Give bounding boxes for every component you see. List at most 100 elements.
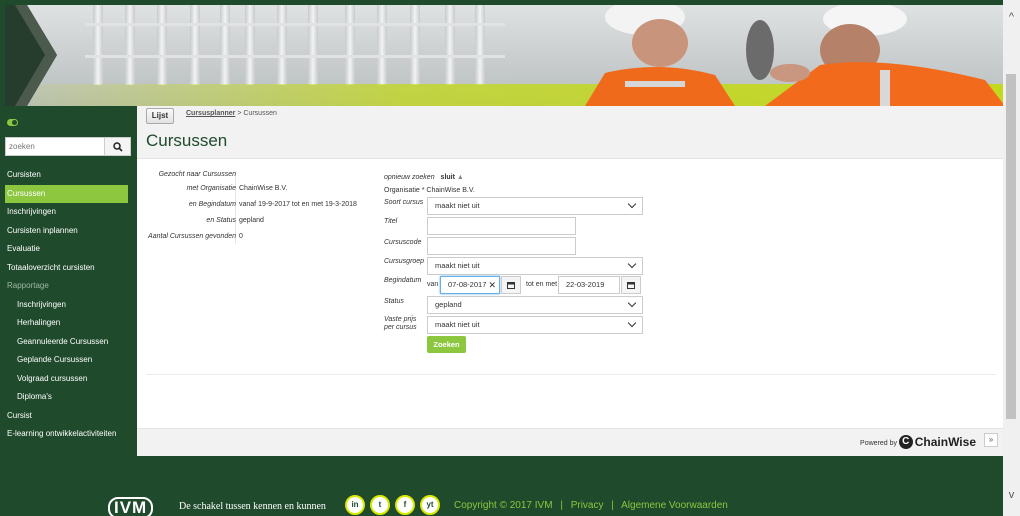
restart-search-link[interactable]: opnieuw zoeken bbox=[384, 174, 435, 181]
tot-calendar-button[interactable] bbox=[621, 276, 641, 294]
summary-value: 0 bbox=[239, 233, 243, 240]
begindatum-label: Begindatum bbox=[384, 277, 422, 284]
chevron-logo-graphic bbox=[5, 5, 57, 106]
status-value: gepland bbox=[435, 300, 462, 309]
soort-cursus-select[interactable]: maakt niet uit bbox=[427, 197, 643, 215]
search-button[interactable] bbox=[105, 137, 131, 156]
soort-label: Soort cursus bbox=[384, 199, 424, 206]
collapse-button[interactable]: » bbox=[984, 433, 998, 447]
cursusgroep-value: maakt niet uit bbox=[435, 261, 480, 270]
summary-label: Aantal Cursussen gevonden bbox=[148, 233, 236, 240]
sidebar-subitem-inschrijvingen[interactable]: Inschrijvingen bbox=[5, 296, 137, 315]
status-label: Status bbox=[384, 298, 404, 305]
copyright-text: Copyright © 2017 IVM bbox=[454, 500, 553, 511]
chainwise-c-icon: C bbox=[898, 435, 913, 449]
chainwise-logo: C ChainWise bbox=[898, 435, 976, 449]
sidebar-item-cursist[interactable]: Cursist bbox=[5, 407, 137, 426]
tot-en-met-label: tot en met bbox=[526, 281, 558, 288]
sidebar-menu: Cursisten Cursussen Inschrijvingen Cursi… bbox=[5, 166, 137, 444]
organisatie-value: ChainWise B.V. bbox=[426, 187, 475, 194]
vaste-prijs-label: Vaste prijs per cursus bbox=[384, 316, 417, 331]
sidebar-item-elearning[interactable]: E-learning ontwikkelactiviteiten bbox=[5, 425, 137, 444]
summary-label: en Status bbox=[206, 217, 236, 224]
cursuscode-label: Cursuscode bbox=[384, 239, 422, 246]
collapse-up-icon[interactable]: ▲ bbox=[457, 174, 464, 181]
sidebar-item-inschrijvingen[interactable]: Inschrijvingen bbox=[5, 203, 137, 222]
sidebar: Cursisten Cursussen Inschrijvingen Cursi… bbox=[5, 106, 137, 456]
sidebar-subitem-diplomas[interactable]: Diploma's bbox=[5, 388, 137, 407]
lijst-button[interactable]: Lijst bbox=[146, 108, 174, 124]
sidebar-item-cursussen[interactable]: Cursussen bbox=[5, 184, 128, 203]
sidebar-subitem-volgraad[interactable]: Volgraad cursussen bbox=[5, 370, 137, 389]
toggle-icon[interactable] bbox=[7, 119, 18, 126]
powered-by-label: Powered by bbox=[860, 440, 897, 447]
chevron-down-icon bbox=[627, 199, 637, 209]
footer-separator: | bbox=[611, 500, 614, 511]
linkedin-icon[interactable]: in bbox=[345, 495, 365, 515]
workers-photo bbox=[585, 5, 1003, 106]
cursuscode-input[interactable] bbox=[427, 237, 576, 255]
summary-value: vanaf 19-9-2017 tot en met 19-3-2018 bbox=[239, 201, 357, 208]
clear-icon[interactable]: ✕ bbox=[488, 277, 496, 293]
footer-links: Copyright © 2017 IVM | Privacy | Algemen… bbox=[454, 500, 733, 511]
van-label: van bbox=[427, 281, 439, 288]
sidebar-section-rapportage: Rapportage bbox=[7, 281, 49, 290]
summary-label: en Begindatum bbox=[188, 201, 236, 208]
sidebar-subitem-geplande[interactable]: Geplande Cursussen bbox=[5, 351, 137, 370]
scrollbar-thumb[interactable] bbox=[1006, 74, 1016, 419]
main-content: Lijst Cursusplanner > Cursussen Cursusse… bbox=[137, 106, 1003, 456]
scroll-down-icon[interactable]: v bbox=[1003, 488, 1020, 502]
calendar-icon bbox=[507, 282, 515, 289]
close-link[interactable]: sluit bbox=[441, 174, 455, 181]
cursusgroep-label: Cursusgroep bbox=[384, 258, 425, 265]
scroll-up-icon[interactable]: ^ bbox=[1003, 10, 1020, 24]
titel-input[interactable] bbox=[427, 217, 576, 235]
sidebar-item-evaluatie[interactable]: Evaluatie bbox=[5, 240, 137, 259]
youtube-icon[interactable]: yt bbox=[420, 495, 440, 515]
soort-cursus-value: maakt niet uit bbox=[435, 201, 480, 210]
sidebar-item-cursisten[interactable]: Cursisten bbox=[5, 166, 137, 185]
twitter-icon[interactable]: t bbox=[370, 495, 390, 515]
footer-tagline: De schakel tussen kennen en kunnen bbox=[179, 501, 326, 512]
titel-label: Titel bbox=[384, 218, 398, 225]
page-title: Cursussen bbox=[146, 131, 228, 150]
breadcrumb-current: Cursussen bbox=[243, 110, 277, 117]
sidebar-search bbox=[5, 137, 131, 156]
section-divider bbox=[146, 374, 996, 375]
summary-value: gepland bbox=[239, 217, 264, 224]
cursusgroep-select[interactable]: maakt niet uit bbox=[427, 257, 643, 275]
sidebar-item-totaaloverzicht[interactable]: Totaaloverzicht cursisten bbox=[5, 259, 137, 278]
summary-value: ChainWise B.V. bbox=[239, 185, 288, 192]
status-select[interactable]: gepland bbox=[427, 296, 643, 314]
header-banner-image bbox=[5, 5, 1003, 106]
footer-separator: | bbox=[560, 500, 563, 511]
van-date-value: 07-08-2017 bbox=[448, 280, 487, 289]
tot-date-input[interactable]: 22-03-2019 bbox=[558, 276, 620, 294]
sidebar-item-cursisten-inplannen[interactable]: Cursisten inplannen bbox=[5, 222, 137, 241]
tot-date-value: 22-03-2019 bbox=[566, 280, 605, 289]
ivm-logo: IVM bbox=[108, 497, 154, 516]
vaste-prijs-select[interactable]: maakt niet uit bbox=[427, 316, 643, 334]
powered-by-bar: Powered by C ChainWise » bbox=[137, 428, 1003, 456]
facebook-icon[interactable]: f bbox=[395, 495, 415, 515]
search-icon bbox=[112, 141, 123, 152]
chevron-down-icon bbox=[627, 318, 637, 328]
footer: IVM De schakel tussen kennen en kunnen i… bbox=[5, 456, 1003, 516]
van-calendar-button[interactable] bbox=[501, 276, 521, 294]
organisatie-label: Organisatie * bbox=[384, 187, 425, 194]
van-date-input[interactable]: 07-08-2017 ✕ bbox=[440, 276, 500, 294]
chainwise-brand-text: ChainWise bbox=[914, 435, 976, 449]
zoeken-button[interactable]: Zoeken bbox=[427, 336, 466, 353]
sidebar-subitem-herhalingen[interactable]: Herhalingen bbox=[5, 314, 137, 333]
vaste-prijs-value: maakt niet uit bbox=[435, 320, 480, 329]
search-input[interactable] bbox=[5, 137, 105, 156]
page-header: Lijst Cursusplanner > Cursussen Cursusse… bbox=[137, 106, 1003, 159]
algemene-voorwaarden-link[interactable]: Algemene Voorwaarden bbox=[621, 500, 728, 511]
chevron-down-icon bbox=[627, 259, 637, 269]
privacy-link[interactable]: Privacy bbox=[571, 500, 604, 511]
breadcrumb-link-cursusplanner[interactable]: Cursusplanner bbox=[186, 110, 235, 117]
breadcrumb: Cursusplanner > Cursussen bbox=[186, 110, 277, 117]
summary-label: Gezocht naar Cursussen bbox=[158, 171, 236, 178]
sidebar-subitem-geannuleerde[interactable]: Geannuleerde Cursussen bbox=[5, 333, 137, 352]
summary-label: met Organisatie bbox=[186, 185, 236, 192]
